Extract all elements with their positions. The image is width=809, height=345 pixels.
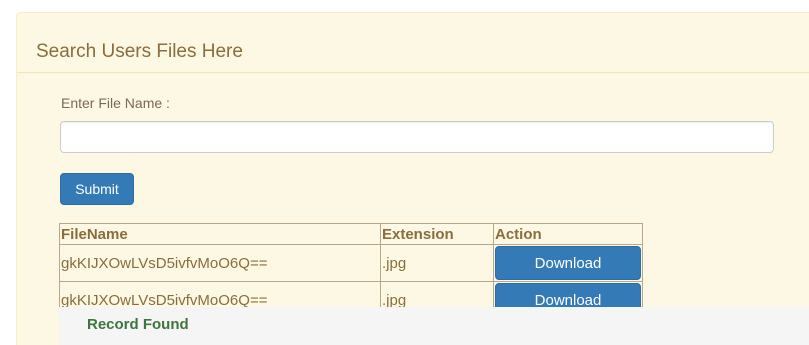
cell-filename: gkKIJXOwLVsD5ivfvMoO6Q== [59,244,381,282]
panel-heading: Search Users Files Here [17,13,809,73]
files-table: FileName Extension Action gkKIJXOwLVsD5i… [59,223,643,319]
header-extension: Extension [380,223,494,245]
status-message: Record Found [87,316,189,333]
cell-extension: .jpg [380,244,494,282]
download-button[interactable]: Download [495,246,641,280]
table-header-row: FileName Extension Action [59,223,643,245]
page: Search Users Files Here Enter File Name … [0,0,809,345]
search-panel: Search Users Files Here Enter File Name … [16,12,809,345]
header-action: Action [493,223,643,245]
file-name-label: Enter File Name : [61,95,170,111]
header-filename: FileName [59,223,381,245]
panel-title: Search Users Files Here [36,41,243,62]
file-name-input[interactable] [60,121,774,153]
submit-button[interactable]: Submit [60,173,134,205]
table-row: gkKIJXOwLVsD5ivfvMoO6Q== .jpg Download [59,244,643,282]
cell-action: Download [493,244,643,282]
status-box: Record Found [59,307,809,345]
